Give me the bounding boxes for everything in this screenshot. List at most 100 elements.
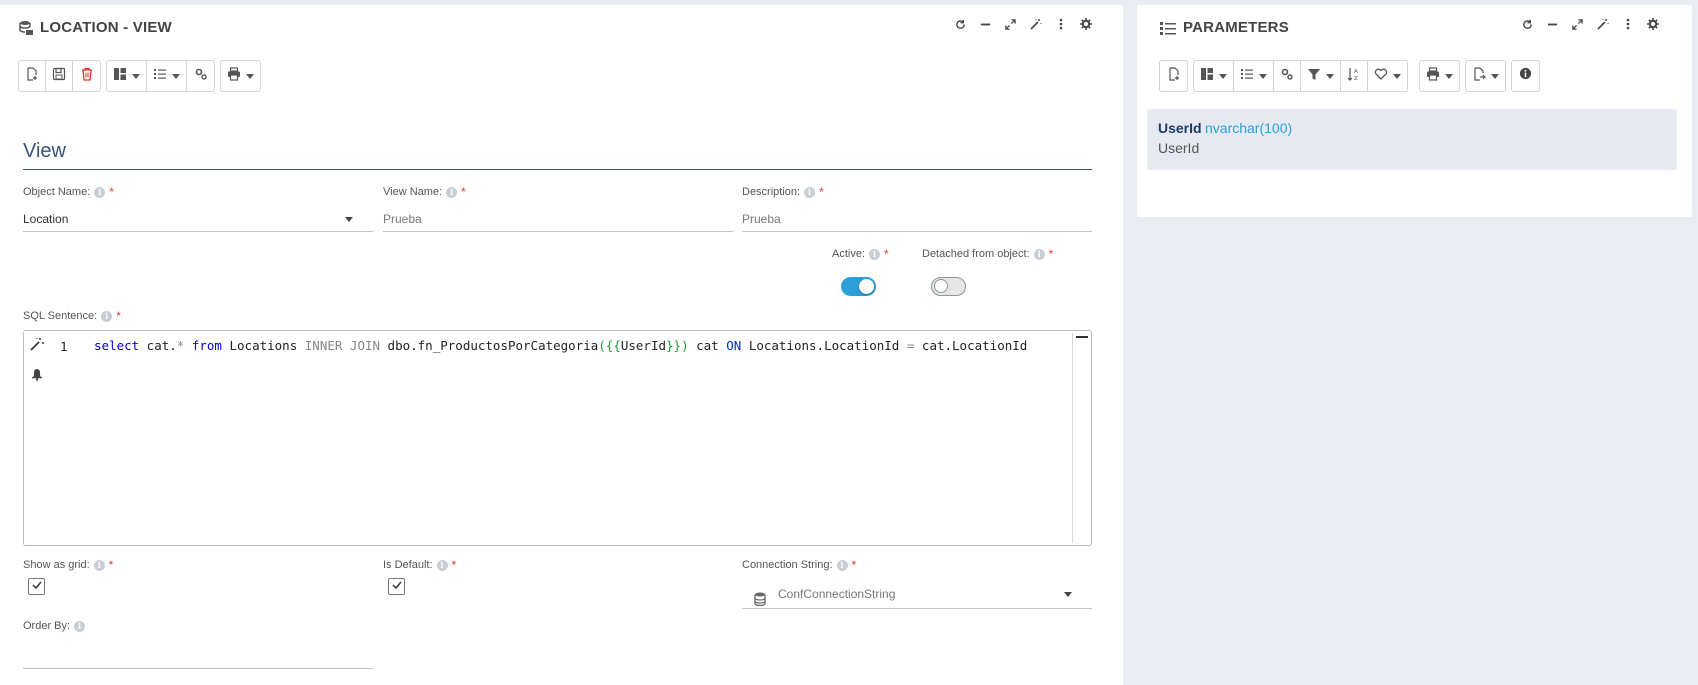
is-default-checkbox[interactable]: [388, 578, 405, 595]
sort-button[interactable]: AZ: [1341, 61, 1368, 91]
save-button[interactable]: [46, 61, 73, 91]
chevron-down-icon: [172, 73, 180, 79]
info-icon[interactable]: i: [101, 310, 113, 322]
more-vertical-icon[interactable]: [1054, 17, 1067, 31]
settings-gears-icon: [1280, 67, 1294, 86]
required-marker: *: [461, 185, 466, 199]
refresh-icon[interactable]: [1521, 17, 1534, 31]
export-dropdown-button[interactable]: [1466, 61, 1505, 91]
is-default-label: Is Default: i *: [383, 558, 456, 572]
info-icon[interactable]: i: [804, 186, 816, 198]
print-group: [220, 60, 261, 92]
info-icon[interactable]: i: [93, 559, 105, 571]
panel-title-text: PARAMETERS: [1183, 19, 1289, 36]
detached-toggle[interactable]: [931, 277, 966, 296]
print-icon: [1426, 66, 1440, 86]
settings-button[interactable]: [187, 61, 214, 91]
section-title-view: View: [23, 140, 66, 162]
new-document-icon: [1167, 66, 1181, 86]
required-marker: *: [108, 558, 114, 572]
window-controls: [1521, 17, 1659, 31]
chevron-down-icon: [1491, 73, 1499, 79]
parameter-name: UserId: [1158, 120, 1202, 136]
filter-dropdown-button[interactable]: [1301, 61, 1341, 91]
sql-token: }}): [666, 338, 689, 353]
show-as-grid-label-text: Show as grid:: [23, 559, 90, 571]
new-parameter-button[interactable]: [1160, 61, 1187, 91]
checkmark-icon: [391, 578, 403, 596]
minimize-icon[interactable]: [979, 17, 992, 31]
sql-token: UserId: [620, 338, 667, 353]
detached-label-text: Detached from object:: [922, 248, 1030, 260]
description-label-text: Description:: [742, 186, 801, 198]
order-by-label: Order By: i: [23, 620, 86, 632]
info-icon[interactable]: i: [446, 186, 458, 198]
print-dropdown-button[interactable]: [221, 61, 260, 91]
bell-icon[interactable]: [29, 366, 45, 382]
delete-icon: [80, 67, 94, 86]
info-icon[interactable]: i: [869, 248, 881, 260]
chevron-down-icon: [1259, 73, 1267, 79]
info-group: [1511, 60, 1540, 92]
view-toolbar: [18, 60, 261, 92]
info-icon[interactable]: i: [1033, 248, 1045, 260]
document-actions-group: [18, 60, 101, 92]
show-as-grid-checkbox[interactable]: [28, 578, 45, 595]
sql-editor[interactable]: 1 select cat.* from Locations INNER JOIN…: [23, 330, 1092, 546]
layout-dropdown-button[interactable]: [1194, 61, 1234, 91]
info-button[interactable]: [1512, 61, 1539, 91]
save-icon: [52, 67, 66, 86]
refresh-icon[interactable]: [954, 17, 967, 31]
magic-wand-icon[interactable]: [1596, 17, 1609, 31]
view-options-group: [106, 60, 215, 92]
description-value: Prueba: [742, 212, 781, 226]
view-name-input[interactable]: Prueba: [383, 206, 733, 232]
object-name-label: Object Name: i *: [23, 185, 114, 199]
checkmark-icon: [31, 578, 43, 596]
info-icon[interactable]: i: [836, 559, 848, 571]
database-stack-icon: [18, 20, 34, 36]
layout-dropdown-button[interactable]: [107, 61, 147, 91]
parameter-item-userid[interactable]: UserId nvarchar(100) UserId: [1147, 109, 1677, 170]
collapse-icon[interactable]: [1076, 336, 1088, 338]
window-controls: [954, 17, 1092, 31]
sql-code-line[interactable]: select cat.* from Locations INNER JOIN d…: [94, 338, 1027, 353]
list-dropdown-button[interactable]: [1234, 61, 1274, 91]
editor-scrollbar-track[interactable]: [1072, 333, 1073, 543]
view-name-label-text: View Name:: [383, 186, 443, 198]
sql-token: INNER JOIN: [304, 338, 381, 353]
expand-icon[interactable]: [1004, 17, 1017, 31]
connection-string-select[interactable]: ConfConnectionString: [742, 579, 1092, 609]
more-vertical-icon[interactable]: [1621, 17, 1634, 31]
settings-gears-icon: [194, 67, 208, 86]
delete-button[interactable]: [73, 61, 100, 91]
expand-icon[interactable]: [1571, 17, 1584, 31]
sql-token: select: [94, 338, 140, 353]
magic-wand-icon[interactable]: [29, 336, 45, 352]
chevron-down-icon: [246, 73, 254, 79]
object-name-label-text: Object Name:: [23, 186, 91, 198]
favorites-dropdown-button[interactable]: [1368, 61, 1407, 91]
section-divider: [23, 169, 1092, 170]
print-dropdown-button[interactable]: [1420, 61, 1459, 91]
info-icon[interactable]: i: [436, 559, 448, 571]
magic-wand-icon[interactable]: [1029, 17, 1042, 31]
list-dropdown-button[interactable]: [147, 61, 187, 91]
required-marker: *: [451, 558, 457, 572]
chevron-down-icon: [1393, 73, 1401, 79]
info-icon[interactable]: i: [74, 620, 86, 632]
gear-icon[interactable]: [1646, 17, 1659, 31]
active-toggle[interactable]: [841, 277, 876, 296]
list-icon: [1159, 20, 1177, 36]
description-input[interactable]: Prueba: [742, 206, 1092, 232]
info-icon[interactable]: i: [94, 186, 106, 198]
settings-button[interactable]: [1274, 61, 1301, 91]
gear-icon[interactable]: [1079, 17, 1092, 31]
order-by-input[interactable]: [23, 643, 373, 669]
new-document-button[interactable]: [19, 61, 46, 91]
view-options-group: AZ: [1193, 60, 1408, 92]
object-name-select[interactable]: Location: [23, 206, 373, 232]
minimize-icon[interactable]: [1546, 17, 1559, 31]
view-name-label: View Name: i *: [383, 185, 466, 199]
info-icon: [1519, 67, 1532, 85]
